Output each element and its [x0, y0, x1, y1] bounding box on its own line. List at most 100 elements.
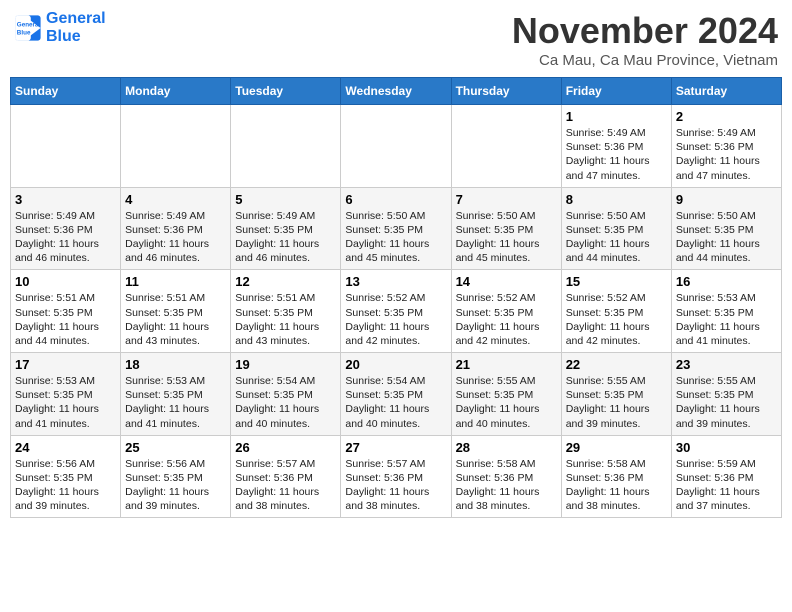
calendar-header: SundayMondayTuesdayWednesdayThursdayFrid…	[11, 78, 782, 105]
calendar-cell: 3 Sunrise: 5:49 AM Sunset: 5:36 PM Daylig…	[11, 187, 121, 270]
day-info: Sunrise: 5:49 AM Sunset: 5:36 PM Dayligh…	[566, 126, 667, 183]
day-info: Sunrise: 5:54 AM Sunset: 5:35 PM Dayligh…	[345, 374, 446, 431]
day-info: Sunrise: 5:49 AM Sunset: 5:36 PM Dayligh…	[15, 209, 116, 266]
calendar-cell: 16 Sunrise: 5:53 AM Sunset: 5:35 PM Dayli…	[671, 270, 781, 353]
day-info: Sunrise: 5:49 AM Sunset: 5:36 PM Dayligh…	[676, 126, 777, 183]
day-info: Sunrise: 5:55 AM Sunset: 5:35 PM Dayligh…	[456, 374, 557, 431]
calendar-week-2: 3 Sunrise: 5:49 AM Sunset: 5:36 PM Daylig…	[11, 187, 782, 270]
day-number: 29	[566, 440, 667, 455]
calendar-cell	[231, 105, 341, 188]
calendar-cell: 27 Sunrise: 5:57 AM Sunset: 5:36 PM Dayli…	[341, 435, 451, 518]
calendar-week-3: 10 Sunrise: 5:51 AM Sunset: 5:35 PM Dayli…	[11, 270, 782, 353]
weekday-header-row: SundayMondayTuesdayWednesdayThursdayFrid…	[11, 78, 782, 105]
calendar-cell: 12 Sunrise: 5:51 AM Sunset: 5:35 PM Dayli…	[231, 270, 341, 353]
day-info: Sunrise: 5:50 AM Sunset: 5:35 PM Dayligh…	[566, 209, 667, 266]
day-info: Sunrise: 5:55 AM Sunset: 5:35 PM Dayligh…	[566, 374, 667, 431]
calendar-cell	[11, 105, 121, 188]
day-info: Sunrise: 5:57 AM Sunset: 5:36 PM Dayligh…	[235, 457, 336, 514]
calendar-cell: 15Sunrise: 5:52 AM Sunset: 5:35 PM Dayli…	[561, 270, 671, 353]
calendar-cell: 17Sunrise: 5:53 AM Sunset: 5:35 PM Dayli…	[11, 353, 121, 436]
calendar-cell: 24 Sunrise: 5:56 AM Sunset: 5:35 PM Dayli…	[11, 435, 121, 518]
day-number: 7	[456, 192, 557, 207]
svg-text:General: General	[17, 21, 41, 28]
calendar-cell: 6 Sunrise: 5:50 AM Sunset: 5:35 PM Daylig…	[341, 187, 451, 270]
day-info: Sunrise: 5:53 AM Sunset: 5:35 PM Dayligh…	[676, 291, 777, 348]
calendar-cell: 10 Sunrise: 5:51 AM Sunset: 5:35 PM Dayli…	[11, 270, 121, 353]
day-info: Sunrise: 5:56 AM Sunset: 5:35 PM Dayligh…	[15, 457, 116, 514]
day-number: 11	[125, 274, 226, 289]
day-number: 20	[345, 357, 446, 372]
weekday-header-sunday: Sunday	[11, 78, 121, 105]
day-number: 12	[235, 274, 336, 289]
day-number: 16	[676, 274, 777, 289]
day-info: Sunrise: 5:51 AM Sunset: 5:35 PM Dayligh…	[125, 291, 226, 348]
day-number: 4	[125, 192, 226, 207]
weekday-header-wednesday: Wednesday	[341, 78, 451, 105]
calendar-cell: 14Sunrise: 5:52 AM Sunset: 5:35 PM Dayli…	[451, 270, 561, 353]
calendar-week-1: 1Sunrise: 5:49 AM Sunset: 5:36 PM Daylig…	[11, 105, 782, 188]
calendar-table: SundayMondayTuesdayWednesdayThursdayFrid…	[10, 77, 782, 518]
day-info: Sunrise: 5:51 AM Sunset: 5:35 PM Dayligh…	[15, 291, 116, 348]
day-info: Sunrise: 5:49 AM Sunset: 5:35 PM Dayligh…	[235, 209, 336, 266]
day-number: 21	[456, 357, 557, 372]
day-number: 26	[235, 440, 336, 455]
page-header: General Blue General Blue November 2024 …	[10, 10, 782, 69]
day-number: 6	[345, 192, 446, 207]
calendar-cell: 5 Sunrise: 5:49 AM Sunset: 5:35 PM Daylig…	[231, 187, 341, 270]
day-info: Sunrise: 5:54 AM Sunset: 5:35 PM Dayligh…	[235, 374, 336, 431]
day-number: 14	[456, 274, 557, 289]
day-info: Sunrise: 5:50 AM Sunset: 5:35 PM Dayligh…	[676, 209, 777, 266]
calendar-cell: 9 Sunrise: 5:50 AM Sunset: 5:35 PM Daylig…	[671, 187, 781, 270]
day-number: 2	[676, 109, 777, 124]
weekday-header-tuesday: Tuesday	[231, 78, 341, 105]
day-info: Sunrise: 5:59 AM Sunset: 5:36 PM Dayligh…	[676, 457, 777, 514]
calendar-cell: 18 Sunrise: 5:53 AM Sunset: 5:35 PM Dayli…	[121, 353, 231, 436]
day-number: 15	[566, 274, 667, 289]
title-block: November 2024 Ca Mau, Ca Mau Province, V…	[512, 10, 778, 69]
calendar-cell: 21 Sunrise: 5:55 AM Sunset: 5:35 PM Dayli…	[451, 353, 561, 436]
day-number: 18	[125, 357, 226, 372]
day-number: 17	[15, 357, 116, 372]
day-number: 25	[125, 440, 226, 455]
calendar-cell: 29 Sunrise: 5:58 AM Sunset: 5:36 PM Dayli…	[561, 435, 671, 518]
logo-icon: General Blue	[14, 14, 42, 42]
day-number: 27	[345, 440, 446, 455]
calendar-cell: 8 Sunrise: 5:50 AM Sunset: 5:35 PM Daylig…	[561, 187, 671, 270]
calendar-cell: 28 Sunrise: 5:58 AM Sunset: 5:36 PM Dayli…	[451, 435, 561, 518]
weekday-header-monday: Monday	[121, 78, 231, 105]
day-info: Sunrise: 5:52 AM Sunset: 5:35 PM Dayligh…	[345, 291, 446, 348]
weekday-header-friday: Friday	[561, 78, 671, 105]
day-number: 9	[676, 192, 777, 207]
day-info: Sunrise: 5:58 AM Sunset: 5:36 PM Dayligh…	[566, 457, 667, 514]
day-number: 24	[15, 440, 116, 455]
calendar-cell: 2 Sunrise: 5:49 AM Sunset: 5:36 PM Daylig…	[671, 105, 781, 188]
day-number: 19	[235, 357, 336, 372]
day-number: 5	[235, 192, 336, 207]
calendar-cell	[341, 105, 451, 188]
day-number: 10	[15, 274, 116, 289]
day-info: Sunrise: 5:50 AM Sunset: 5:35 PM Dayligh…	[345, 209, 446, 266]
logo-text: General Blue	[46, 10, 106, 45]
calendar-cell: 22 Sunrise: 5:55 AM Sunset: 5:35 PM Dayli…	[561, 353, 671, 436]
svg-text:Blue: Blue	[17, 29, 31, 36]
month-title: November 2024	[512, 10, 778, 52]
calendar-cell: 26 Sunrise: 5:57 AM Sunset: 5:36 PM Dayli…	[231, 435, 341, 518]
weekday-header-saturday: Saturday	[671, 78, 781, 105]
calendar-cell: 25 Sunrise: 5:56 AM Sunset: 5:35 PM Dayli…	[121, 435, 231, 518]
day-info: Sunrise: 5:53 AM Sunset: 5:35 PM Dayligh…	[125, 374, 226, 431]
calendar-cell: 13 Sunrise: 5:52 AM Sunset: 5:35 PM Dayli…	[341, 270, 451, 353]
day-info: Sunrise: 5:58 AM Sunset: 5:36 PM Dayligh…	[456, 457, 557, 514]
logo: General Blue General Blue	[14, 10, 106, 45]
calendar-cell: 11 Sunrise: 5:51 AM Sunset: 5:35 PM Dayli…	[121, 270, 231, 353]
calendar-cell	[121, 105, 231, 188]
day-info: Sunrise: 5:56 AM Sunset: 5:35 PM Dayligh…	[125, 457, 226, 514]
day-number: 8	[566, 192, 667, 207]
calendar-cell: 1Sunrise: 5:49 AM Sunset: 5:36 PM Daylig…	[561, 105, 671, 188]
calendar-cell	[451, 105, 561, 188]
day-number: 13	[345, 274, 446, 289]
day-info: Sunrise: 5:51 AM Sunset: 5:35 PM Dayligh…	[235, 291, 336, 348]
day-number: 3	[15, 192, 116, 207]
day-info: Sunrise: 5:57 AM Sunset: 5:36 PM Dayligh…	[345, 457, 446, 514]
day-number: 22	[566, 357, 667, 372]
day-number: 28	[456, 440, 557, 455]
